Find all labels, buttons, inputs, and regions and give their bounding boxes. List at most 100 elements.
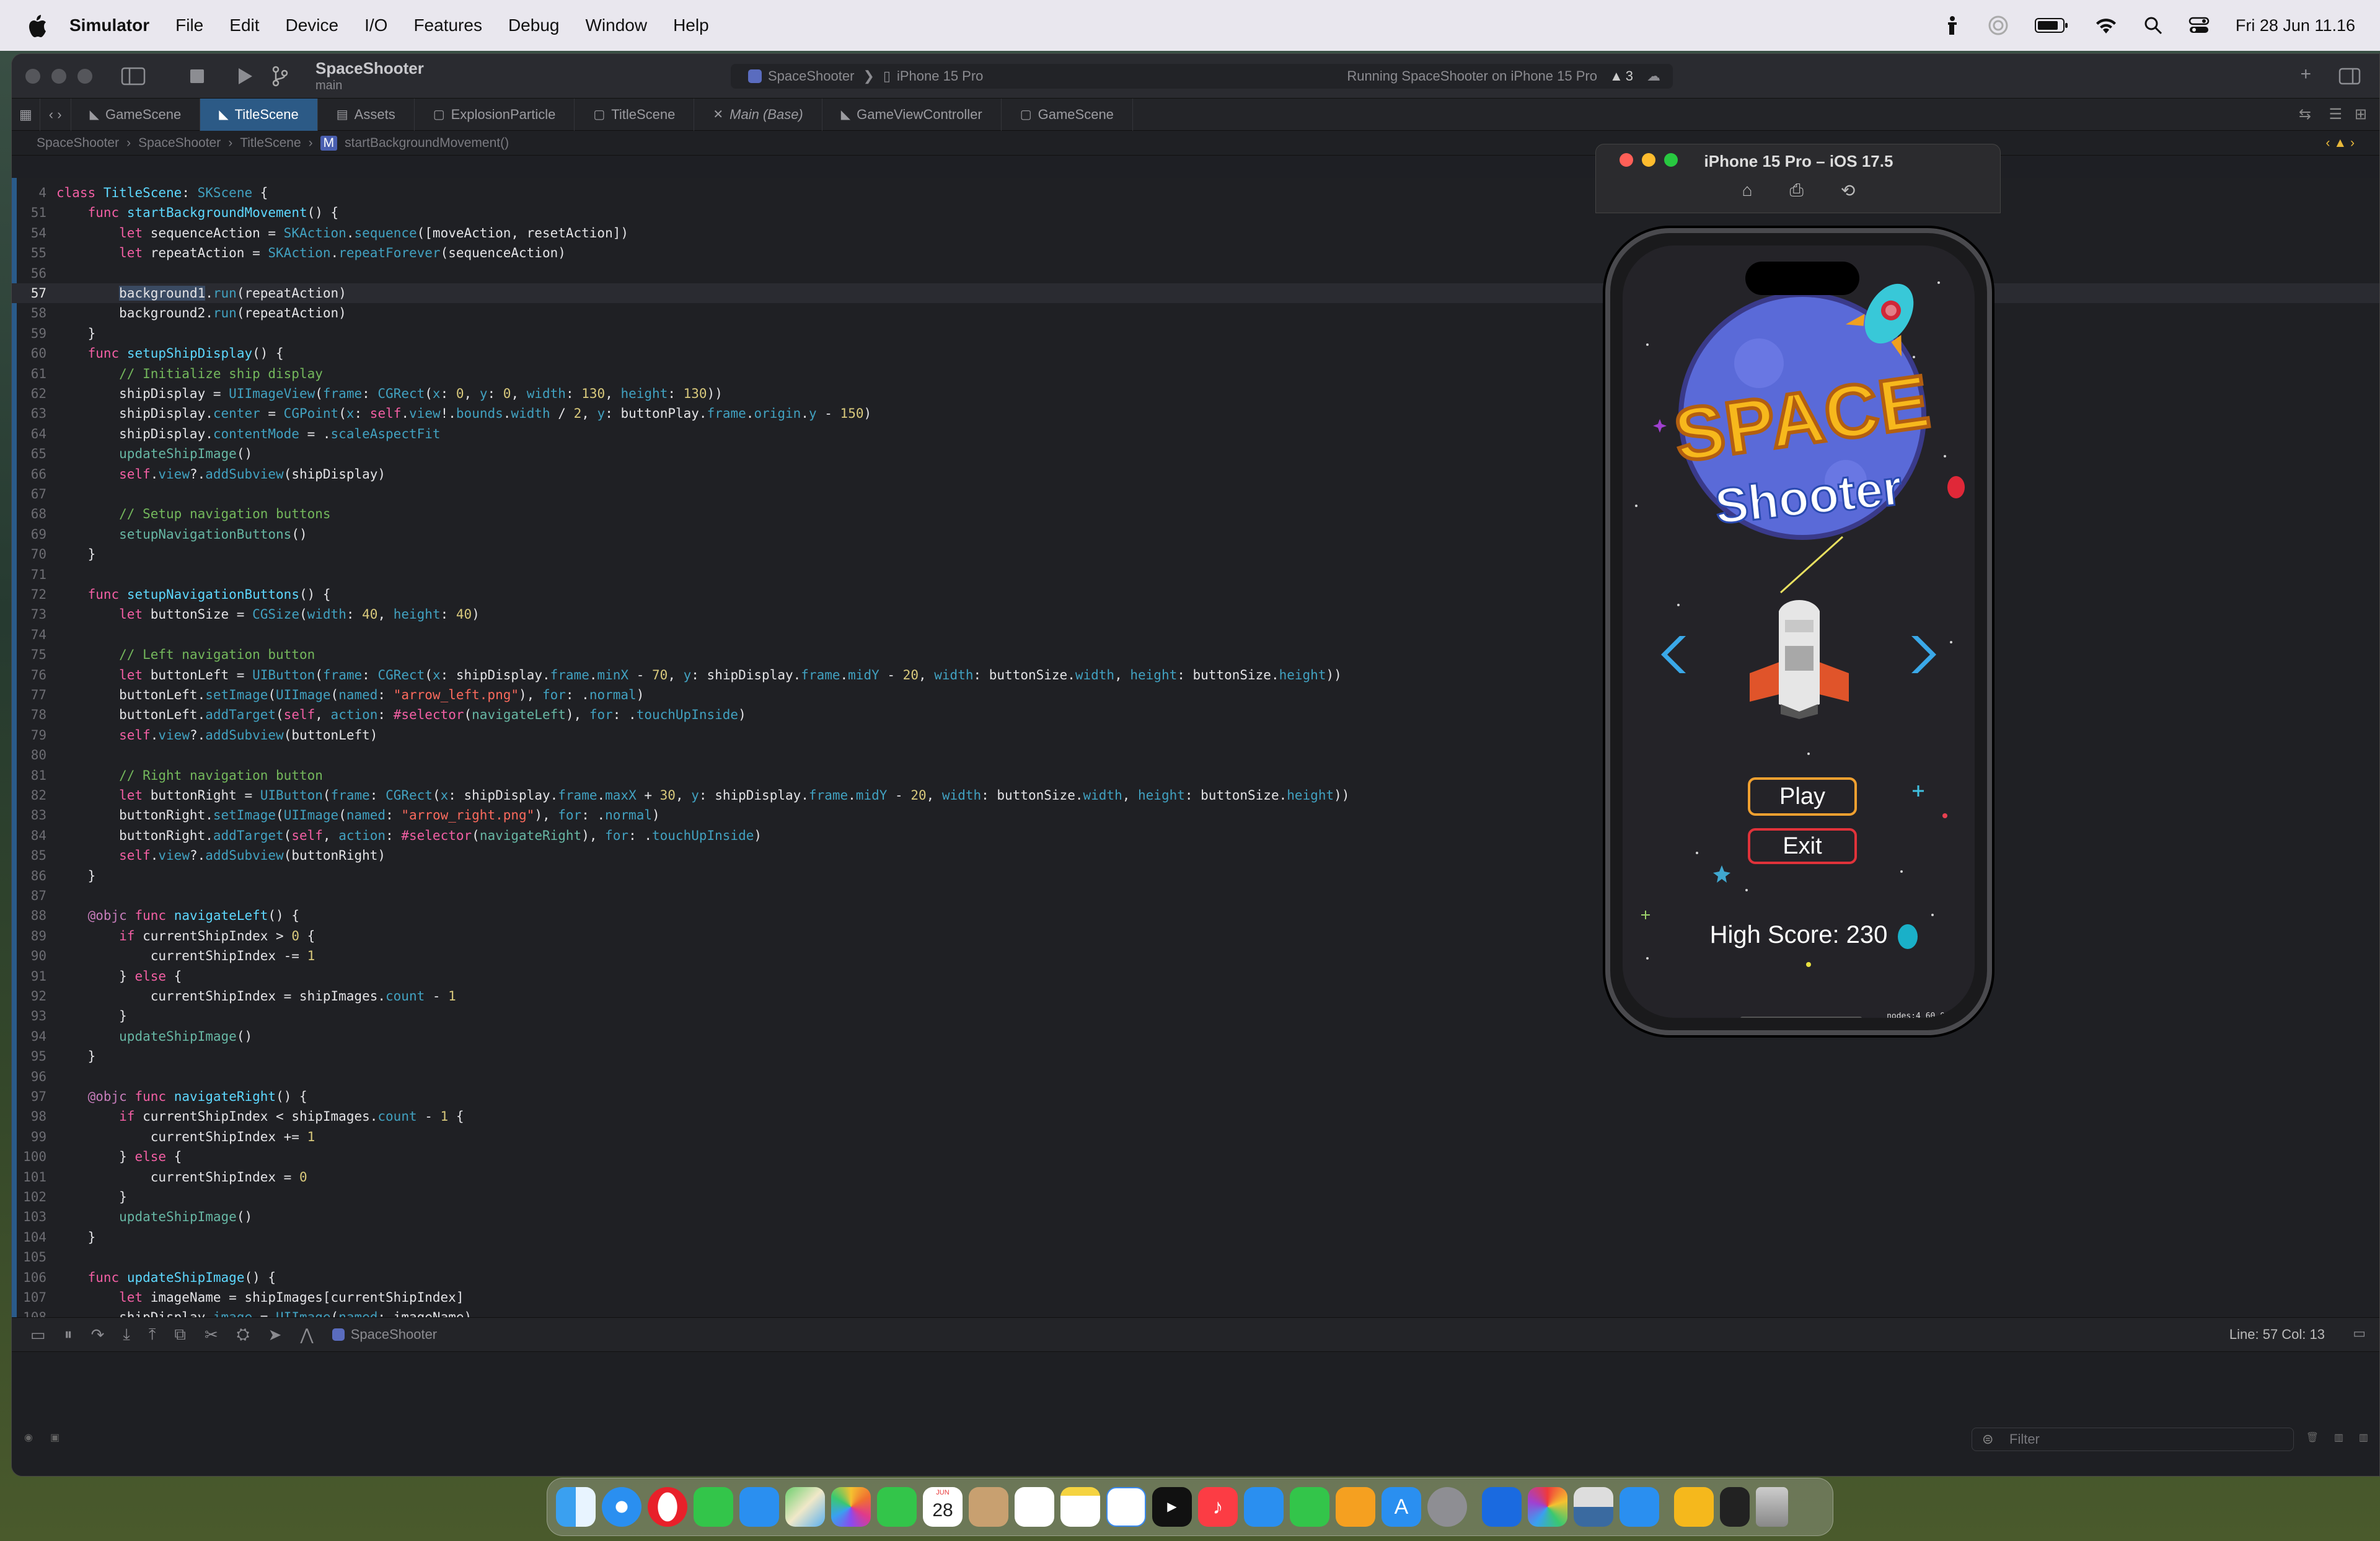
code-line[interactable]: 70 } [12,544,2379,564]
instruments-icon[interactable] [1620,1487,1659,1527]
line-number[interactable]: 103 [12,1207,56,1227]
code-line[interactable]: 58 background2.run(repeatAction) [12,303,2379,323]
refresh-icon[interactable]: ⇆ [2299,105,2311,123]
tab-titlescene-sks[interactable]: ▢ TitleScene [575,98,695,131]
line-number[interactable]: 65 [12,444,56,464]
code-line[interactable]: 86 } [12,866,2379,886]
line-number[interactable]: 94 [12,1027,56,1046]
line-number[interactable]: 105 [12,1247,56,1267]
menu-help[interactable]: Help [673,15,709,35]
code-line[interactable]: 96 [12,1067,2379,1087]
code-line[interactable]: 65 updateShipImage() [12,444,2379,464]
line-number[interactable]: 86 [12,866,56,886]
line-number[interactable]: 104 [12,1227,56,1247]
minimap-toggle-icon[interactable]: ▭ [2353,1325,2366,1341]
navigate-left-button[interactable] [1659,630,1696,679]
navigator-toggle-icon[interactable] [121,67,146,86]
line-number[interactable]: 75 [12,645,56,665]
calendar-icon[interactable]: JUN 28 [923,1487,963,1527]
line-number[interactable]: 89 [12,926,56,946]
line-number[interactable]: 62 [12,384,56,404]
code-line[interactable]: 80 [12,745,2379,765]
code-line[interactable]: 57 background1.run(repeatAction) [12,283,2379,303]
code-line[interactable]: 78 buttonLeft.addTarget(self, action: #s… [12,705,2379,725]
battery-icon[interactable] [2034,17,2068,33]
clear-console-icon[interactable]: 🗑 [2306,1431,2319,1444]
line-number[interactable]: 73 [12,604,56,624]
step-over-icon[interactable]: ↷ [91,1325,105,1345]
line-number[interactable]: 99 [12,1127,56,1147]
menu-window[interactable]: Window [585,15,647,35]
menu-edit[interactable]: Edit [229,15,259,35]
line-number[interactable]: 58 [12,303,56,323]
tab-explosionparticle[interactable]: ▢ ExplosionParticle [415,98,575,131]
line-number[interactable]: 67 [12,484,56,504]
line-number[interactable]: 76 [12,665,56,685]
pages-icon[interactable] [1336,1487,1375,1527]
code-line[interactable]: 69 setupNavigationButtons() [12,524,2379,544]
code-line[interactable]: 76 let buttonLeft = UIButton(frame: CGRe… [12,665,2379,685]
facetime-icon[interactable] [877,1487,917,1527]
line-number[interactable]: 68 [12,504,56,524]
trash-icon[interactable] [1756,1487,1788,1527]
apple-logo-icon[interactable] [25,12,48,38]
breadcrumb-project[interactable]: SpaceShooter [37,136,119,151]
code-line[interactable]: 99 currentShipIndex += 1 [12,1127,2379,1147]
code-line[interactable]: 97 @objc func navigateRight() { [12,1087,2379,1106]
settings-icon[interactable] [1427,1487,1467,1527]
menu-device[interactable]: Device [286,15,339,35]
photos-icon[interactable] [831,1487,871,1527]
line-number[interactable]: 102 [12,1187,56,1207]
messages-icon[interactable] [694,1487,733,1527]
airdrop-icon[interactable] [1988,15,2009,36]
code-line[interactable]: 90 currentShipIndex -= 1 [12,946,2379,966]
line-number[interactable]: 107 [12,1287,56,1307]
line-number[interactable]: 78 [12,705,56,725]
rotate-icon[interactable]: ⟲ [1841,180,1855,201]
code-line[interactable]: 105 [12,1247,2379,1267]
code-line[interactable]: 77 buttonLeft.setImage(UIImage(named: "a… [12,685,2379,705]
back-forward-icon[interactable]: ‹ › [40,98,71,131]
line-number[interactable]: 80 [12,745,56,765]
freeform-icon[interactable] [1106,1487,1146,1527]
menu-debug[interactable]: Debug [508,15,560,35]
line-number[interactable]: 55 [12,243,56,263]
split-right-icon[interactable]: ▥ [2359,1431,2368,1444]
step-into-icon[interactable]: ⤓ [123,1325,130,1345]
line-number[interactable]: 101 [12,1167,56,1187]
code-line[interactable]: 64 shipDisplay.contentMode = .scaleAspec… [12,424,2379,444]
screenshot-icon[interactable]: ⎙ [1790,180,1804,201]
console-filter-input[interactable]: ⊜ Filter [1972,1428,2294,1451]
minimize-window-button[interactable] [51,68,66,84]
tab-assets[interactable]: ▤ Assets [318,98,415,131]
code-line[interactable]: 100 } else { [12,1147,2379,1167]
line-number[interactable]: 91 [12,966,56,986]
zoom-window-button[interactable] [77,68,92,84]
step-out-icon[interactable]: ⤒ [149,1325,156,1345]
debug-console[interactable]: ◉ ▣ ⊜ Filter 🗑 ▥ ▥ [12,1352,2379,1476]
line-number[interactable]: 54 [12,223,56,243]
line-number[interactable]: 57 [12,283,56,303]
opera-icon[interactable] [648,1487,687,1527]
tab-titlescene[interactable]: ◣ TitleScene [200,98,318,131]
line-number[interactable]: 87 [12,886,56,906]
inspector-toggle-icon[interactable] [2338,68,2361,85]
code-line[interactable]: 89 if currentShipIndex > 0 { [12,926,2379,946]
code-line[interactable]: 74 [12,625,2379,645]
breadcrumb-symbol[interactable]: startBackgroundMovement() [345,136,509,151]
issue-warning-icon[interactable]: ‹ ▲ › [2326,136,2355,151]
appletv-icon[interactable]: ▶ [1152,1487,1192,1527]
line-number[interactable]: 85 [12,846,56,865]
menu-features[interactable]: Features [413,15,482,35]
code-line[interactable]: 66 self.view?.addSubview(shipDisplay) [12,464,2379,484]
reminders-icon[interactable] [1015,1487,1054,1527]
breadcrumb-group[interactable]: SpaceShooter [138,136,221,151]
tab-gamescene[interactable]: ◣ GameScene [71,98,201,131]
code-line[interactable]: 91 } else { [12,966,2379,986]
editor-options-icon[interactable]: ☰ [2329,105,2342,123]
accessibility-icon[interactable] [1943,15,1962,36]
game-screen[interactable]: SPACE Shooter Play Exit High Score: 230 … [1623,245,1975,1018]
trash-icon[interactable]: ▣ [50,1431,60,1444]
line-number[interactable]: 72 [12,585,56,604]
control-center-icon[interactable] [2188,16,2210,35]
